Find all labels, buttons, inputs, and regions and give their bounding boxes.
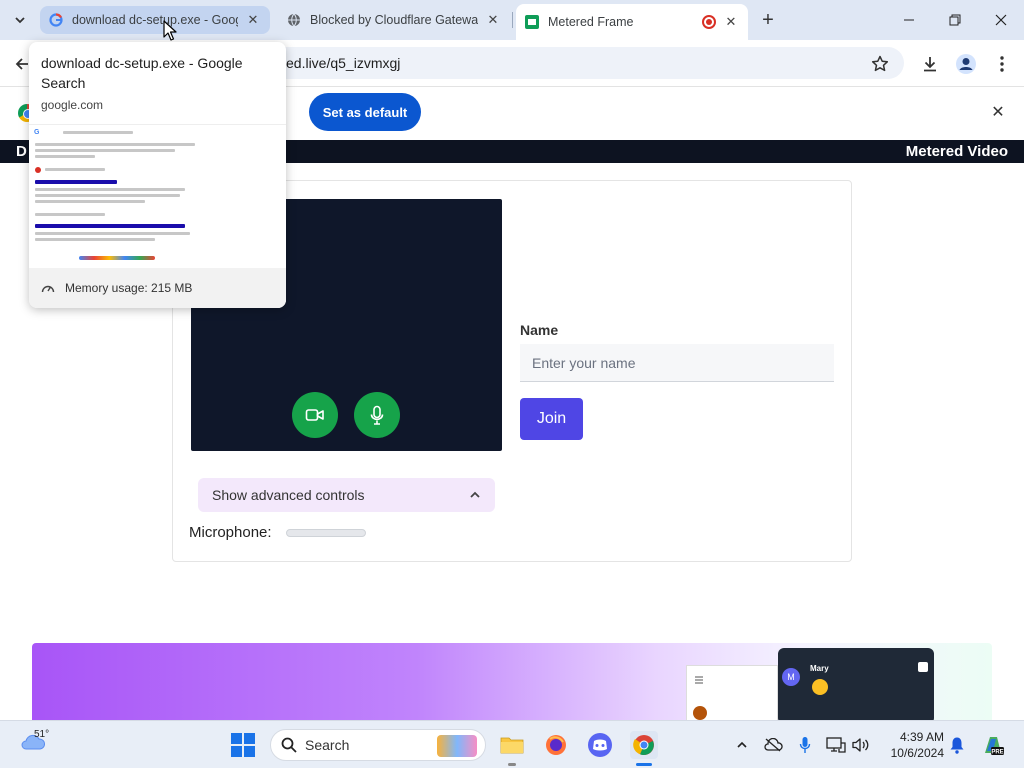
search-highlight-art (437, 735, 477, 757)
windows-taskbar: 51° Search 4:39 AM 10/6/2024 PRE (0, 720, 1024, 768)
new-tab-button[interactable]: + (756, 8, 780, 32)
tab-title: download dc-setup.exe - Google Search (72, 13, 238, 27)
taskbar-search[interactable]: Search (270, 729, 486, 761)
microphone-icon (370, 405, 384, 425)
name-label: Name (520, 322, 559, 338)
clock-time: 4:39 AM (899, 730, 944, 744)
file-explorer-icon[interactable] (498, 731, 526, 766)
address-bar[interactable]: ed.live/q5_izvmxgj (240, 47, 904, 79)
promo-chat-preview: M Mary (778, 648, 934, 723)
smiley-emoji-icon (812, 679, 828, 695)
microphone-level-meter (286, 529, 366, 537)
avatar: M (782, 668, 800, 686)
set-as-default-button[interactable]: Set as default (309, 93, 421, 131)
advanced-controls-toggle[interactable]: Show advanced controls (198, 478, 495, 512)
video-camera-icon (305, 409, 324, 421)
gauge-icon (41, 285, 55, 293)
app-active-indicator (636, 763, 652, 766)
restore-icon (949, 14, 961, 26)
microphone-tray-icon[interactable] (795, 735, 815, 755)
weather-temperature: 51° (34, 729, 50, 740)
tab-title: Metered Frame (548, 15, 634, 29)
close-icon[interactable]: ✕ (484, 11, 502, 29)
promo-app-preview (686, 665, 778, 723)
close-window-button[interactable] (978, 0, 1024, 40)
restore-button[interactable] (932, 0, 978, 40)
url-text: ed.live/q5_izvmxgj (286, 55, 401, 71)
minimize-icon (904, 19, 914, 21)
google-logo-icon: G (34, 129, 40, 136)
camera-toggle-button[interactable] (292, 392, 338, 438)
firefox-icon[interactable] (542, 731, 570, 759)
result-favicon-icon (35, 167, 41, 173)
chevron-down-icon (15, 17, 25, 24)
cloud-offline-icon[interactable] (763, 735, 783, 755)
tab-metered-frame[interactable]: Metered Frame ✕ (516, 4, 748, 40)
app-running-indicator (508, 763, 516, 766)
metered-icon (524, 14, 540, 30)
hovercard-title: download dc-setup.exe - Google Search (41, 55, 243, 91)
profile-avatar-icon[interactable] (952, 50, 980, 78)
chevron-up-icon[interactable] (732, 735, 752, 755)
promo-banner: M Mary (32, 643, 992, 723)
tab-cloudflare-blocked[interactable]: Blocked by Cloudflare Gateway ✕ (278, 6, 510, 34)
close-icon[interactable]: ✕ (722, 13, 740, 31)
back-arrow-icon (15, 58, 28, 70)
menu-kebab-icon[interactable] (988, 50, 1016, 78)
system-clock[interactable]: 4:39 AM 10/6/2024 (880, 729, 944, 761)
tab-thumbnail-preview: G (29, 124, 286, 268)
close-icon[interactable]: ✕ (244, 11, 262, 29)
site-title: Metered Video (905, 143, 1008, 160)
search-label: Search (305, 737, 350, 753)
mouse-cursor-icon (163, 20, 177, 41)
search-icon (281, 737, 297, 753)
network-icon[interactable] (826, 735, 846, 755)
chrome-icon[interactable] (630, 731, 658, 766)
memory-usage-text: Memory usage: 215 MB (65, 281, 193, 295)
hovercard-domain: google.com (41, 98, 104, 112)
microphone-toggle-button[interactable] (354, 392, 400, 438)
notification-bell-icon[interactable] (947, 735, 967, 755)
memory-usage-row: Memory usage: 215 MB (29, 268, 286, 308)
reply-icon (918, 662, 928, 672)
chevron-up-icon (470, 491, 480, 498)
hamburger-icon (695, 676, 703, 684)
tab-separator (512, 12, 513, 28)
start-button[interactable] (231, 733, 255, 757)
tab-hover-card: download dc-setup.exe - Google Search go… (29, 42, 286, 308)
microphone-label: Microphone: (189, 524, 272, 541)
site-logo-text: D (16, 143, 27, 160)
tab-search-button[interactable] (8, 8, 32, 32)
tab-title: Blocked by Cloudflare Gateway (310, 13, 478, 27)
close-icon (995, 14, 1007, 26)
minimize-button[interactable] (886, 0, 932, 40)
google-pagination-logo (79, 256, 155, 260)
tab-strip: download dc-setup.exe - Google Search ✕ … (0, 0, 1024, 40)
avatar (693, 706, 707, 720)
recording-icon (702, 15, 716, 29)
join-button[interactable]: Join (520, 398, 583, 440)
copilot-icon[interactable]: PRE (980, 732, 1006, 758)
name-input[interactable] (520, 344, 834, 382)
chat-sender-name: Mary (810, 664, 829, 673)
google-g-icon (48, 12, 64, 28)
volume-icon[interactable] (851, 735, 871, 755)
windows-logo-icon (231, 733, 242, 744)
discord-icon[interactable] (586, 731, 614, 759)
close-icon[interactable]: ✕ (986, 100, 1010, 124)
advanced-controls-label: Show advanced controls (212, 487, 365, 503)
download-icon[interactable] (916, 50, 944, 78)
svg-text:PRE: PRE (991, 750, 1003, 756)
tab-google-search[interactable]: download dc-setup.exe - Google Search ✕ (40, 6, 270, 34)
clock-date: 10/6/2024 (890, 746, 944, 760)
globe-icon (286, 12, 302, 28)
bookmark-star-icon[interactable] (866, 52, 894, 76)
